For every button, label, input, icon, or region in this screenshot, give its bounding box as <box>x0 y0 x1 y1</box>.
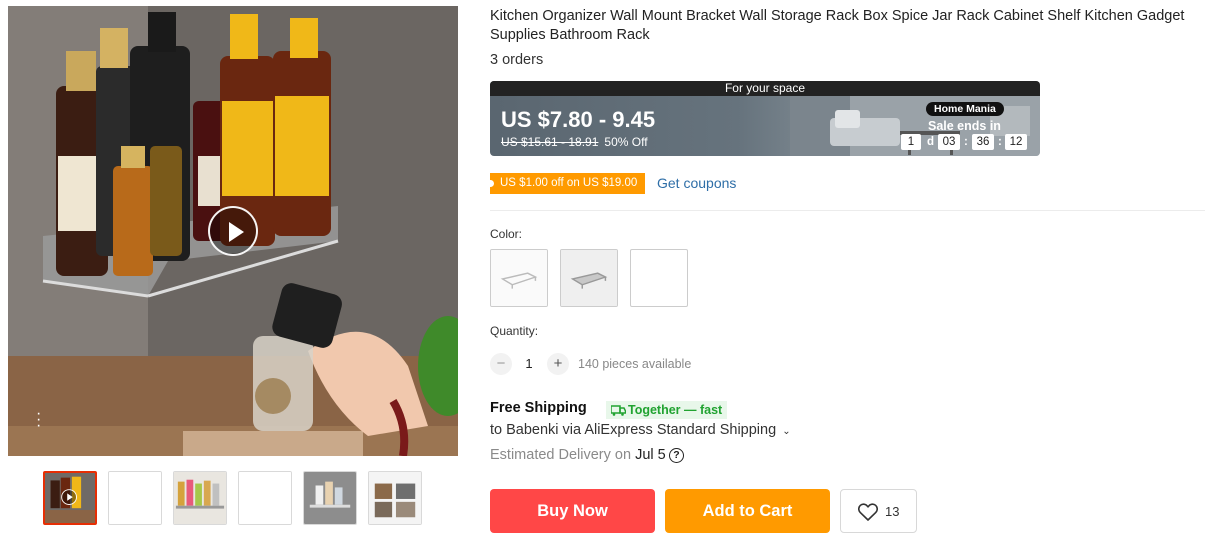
help-icon[interactable]: ? <box>669 448 684 463</box>
timer-minutes: 36 <box>972 134 994 150</box>
play-video-button[interactable] <box>208 206 258 256</box>
thumbnail-image-icon <box>174 472 226 524</box>
price-banner: For your space US $7.80 - 9.45 US $15.61… <box>490 81 1040 156</box>
sale-ends-label: Sale ends in <box>928 119 1001 133</box>
rack-thumbnail-icon <box>491 250 547 306</box>
thumbnail-image-icon <box>45 473 95 523</box>
thumbnail-6[interactable] <box>368 471 422 525</box>
timer-separator: : <box>998 136 1002 148</box>
orders-count: 3 orders <box>490 52 544 68</box>
get-coupons-link[interactable]: Get coupons <box>657 175 736 191</box>
thumbnail-4[interactable] <box>238 471 292 525</box>
buy-now-button[interactable]: Buy Now <box>490 489 655 533</box>
original-price-row: US $15.61 - 18.91 50% Off <box>501 135 648 149</box>
estimated-delivery-label: Estimated Delivery on <box>490 447 632 463</box>
original-price: US $15.61 - 18.91 <box>501 135 599 149</box>
together-fast-label: Together — fast <box>628 403 723 417</box>
color-label: Color: <box>490 227 523 241</box>
wishlist-button[interactable]: 13 <box>840 489 917 533</box>
price-range: US $7.80 - 9.45 <box>501 107 656 132</box>
thumbnail-1[interactable] <box>43 471 97 525</box>
thumbnail-3[interactable] <box>173 471 227 525</box>
thumbnail-image-icon <box>239 472 291 524</box>
discount-percent: 50% Off <box>604 135 648 149</box>
more-dots-icon[interactable]: · · · <box>36 406 41 434</box>
coupon-tag[interactable]: US $1.00 off on US $19.00 <box>488 173 646 194</box>
main-product-image[interactable]: · · · <box>8 6 458 456</box>
quantity-label: Quantity: <box>490 324 539 338</box>
chevron-down-icon: ⌄ <box>782 426 791 437</box>
thumbnail-5[interactable] <box>303 471 357 525</box>
together-fast-badge: Together — fast <box>606 401 728 419</box>
heart-icon <box>858 503 878 521</box>
estimated-delivery: Estimated Delivery on Jul 5 <box>490 447 666 463</box>
quantity-value[interactable]: 1 <box>520 356 538 371</box>
thumbnail-2[interactable] <box>108 471 162 525</box>
quantity-increase-button[interactable]: + <box>547 353 569 375</box>
shipping-title: Free Shipping <box>490 400 587 416</box>
timer-hours: 03 <box>938 134 960 150</box>
color-option-2[interactable] <box>560 249 618 307</box>
product-title: Kitchen Organizer Wall Mount Bracket Wal… <box>490 8 1185 43</box>
store-badge[interactable]: Home Mania <box>926 102 1004 116</box>
color-option-3[interactable] <box>630 249 688 307</box>
shipping-destination[interactable]: to Babenki via AliExpress Standard Shipp… <box>490 422 791 438</box>
timer-seconds: 12 <box>1005 134 1027 150</box>
thumbnail-image-icon <box>304 472 356 524</box>
rack-thumbnail-icon <box>561 250 617 306</box>
shipping-destination-text: to Babenki via AliExpress Standard Shipp… <box>490 422 777 438</box>
wishlist-count: 13 <box>885 504 900 519</box>
timer-days: 1 <box>901 134 921 150</box>
timer-days-unit: d <box>927 136 935 148</box>
timer-separator: : <box>964 136 968 148</box>
truck-icon <box>611 405 626 416</box>
banner-header: For your space <box>490 81 1040 96</box>
estimated-delivery-date: Jul 5 <box>635 447 666 463</box>
color-option-1[interactable] <box>490 249 548 307</box>
stock-available: 140 pieces available <box>578 357 692 371</box>
section-divider <box>490 210 1205 211</box>
quantity-decrease-button[interactable]: − <box>490 353 512 375</box>
add-to-cart-button[interactable]: Add to Cart <box>665 489 830 533</box>
thumbnail-image-icon <box>109 472 161 524</box>
thumbnail-image-icon <box>369 472 421 524</box>
